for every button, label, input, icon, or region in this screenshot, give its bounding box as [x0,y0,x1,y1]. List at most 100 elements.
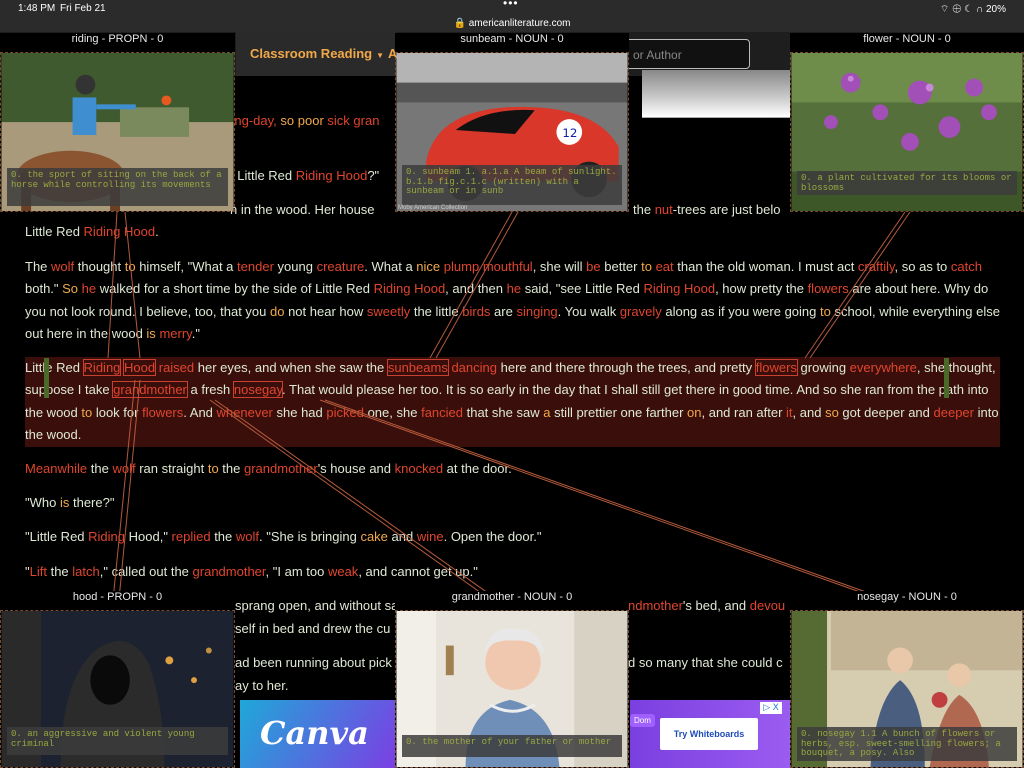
highlighted-word[interactable]: Riding [374,281,411,296]
highlighted-word[interactable]: So [62,281,78,296]
highlighted-word[interactable]: grandmother [193,564,266,579]
highlighted-word[interactable]: flowers [142,405,183,420]
highlighted-word[interactable]: tender [237,259,274,274]
word[interactable]: Riding Hood [84,224,156,239]
highlighted-word[interactable]: is [146,326,155,341]
highlighted-word[interactable]: be [586,259,600,274]
highlighted-word[interactable]: wolf [112,461,135,476]
highlighted-word[interactable]: dancing [451,360,497,375]
highlighted-word[interactable]: to [208,461,219,476]
story-text-run: there?" [69,495,115,510]
highlighted-word[interactable]: creature [317,259,365,274]
highlighted-word[interactable]: sweetly [367,304,410,319]
story-text-run: the [218,461,244,476]
classroom-reading-menu[interactable]: Classroom Reading ▼ [236,32,396,76]
story-text-run: young [273,259,317,274]
paragraph-8: "Little Red Riding Hood," replied the wo… [25,526,1000,548]
highlighted-word[interactable]: to [641,259,652,274]
card-hood[interactable]: 0. an aggressive and violent young crimi… [0,610,235,768]
highlighted-word[interactable]: so [825,405,839,420]
highlighted-word[interactable]: eat [656,259,674,274]
highlighted-word[interactable]: gravely [620,304,662,319]
try-whiteboards-button[interactable]: Try Whiteboards [660,718,758,750]
whiteboard-ad[interactable]: Dom ▷ X Try Whiteboards [630,700,790,768]
highlighted-word[interactable]: nosegay [232,381,284,399]
search-input[interactable]: or Author [620,39,750,69]
highlighted-word[interactable]: on [687,405,701,420]
flower-gloss: 0. a plant cultivated for its blooms or … [797,171,1017,195]
highlighted-word[interactable]: to [820,304,831,319]
highlighted-word[interactable]: everywhere [850,360,917,375]
highlighted-word[interactable]: raised [159,360,194,375]
story-text-run: Little Red [25,360,84,375]
card-grandmother[interactable]: 0. the mother of your father or mother [395,610,629,768]
highlighted-word[interactable]: Riding [82,359,122,376]
highlighted-word[interactable]: wine [417,529,444,544]
story-text-run: thought [74,259,125,274]
highlighted-word[interactable]: fancied [421,405,463,420]
story-text-run: that she saw [463,404,544,420]
word[interactable]: Riding Hood [296,168,368,183]
story-text-run: the little [410,303,463,319]
highlighted-word[interactable]: flowers [754,359,798,376]
highlighted-word[interactable]: to [125,259,136,274]
highlighted-word[interactable]: plump [444,259,479,274]
highlighted-word[interactable]: latch [72,564,99,579]
ios-status-bar: 1:48 PM Fri Feb 21 ••• ⌔ ⊕ ☾ ∩ 20% [0,0,1024,18]
story-text-run: than the old woman. I must act [673,259,858,274]
highlighted-word[interactable]: cake [360,529,387,544]
highlighted-word[interactable]: catch [951,259,982,274]
canva-ad[interactable]: Canva [240,700,395,768]
card-flower[interactable]: 0. a plant cultivated for its blooms or … [790,52,1024,212]
highlighted-word[interactable]: to [81,405,92,420]
highlighted-word[interactable]: birds [462,304,490,319]
story-text-run: here and there through the trees, and pr… [497,360,756,375]
multitask-dots-icon[interactable]: ••• [503,0,519,10]
highlighted-word[interactable]: mouthful [483,259,533,274]
ad-close-icon[interactable]: ▷ X [760,702,782,714]
word[interactable]: sick gran [327,113,379,128]
highlighted-word[interactable]: singing [516,304,557,319]
highlighted-word[interactable]: is [60,495,69,510]
highlighted-word[interactable]: Riding [88,529,125,544]
word[interactable]: so poor [280,113,323,128]
highlighted-word[interactable]: replied [172,529,211,544]
word[interactable]: devou [750,598,785,613]
paragraph-5: Little Red Riding Hood raised her eyes, … [25,357,1000,447]
word[interactable]: nut [655,202,673,217]
highlighted-word[interactable]: weak [328,564,358,579]
highlighted-word[interactable]: Hood [684,281,715,296]
highlighted-word[interactable]: deeper [934,405,974,420]
highlighted-word[interactable]: picked [326,405,364,420]
highlighted-word[interactable]: wolf [51,259,74,274]
highlighted-word[interactable]: nice [416,259,440,274]
highlighted-word[interactable]: merry [159,326,191,341]
word[interactable]: ndmother [628,598,683,613]
story-text-run: said, "see Little Red [521,281,644,297]
highlighted-word[interactable]: flowers [808,281,849,296]
highlighted-word[interactable]: sunbeams [386,359,449,376]
highlighted-word[interactable]: do [270,304,284,319]
highlighted-word[interactable]: Hood [414,281,445,296]
card-sunbeam[interactable]: 12 0. sunbeam 1. a.1.a A beam of sunligh… [395,52,629,212]
highlighted-word[interactable]: Riding [644,281,681,296]
story-text-run: better [600,259,642,274]
highlighted-word[interactable]: wolf [236,529,259,544]
highlighted-word[interactable]: Hood [123,359,157,376]
highlighted-word[interactable]: he [82,281,96,296]
highlighted-word[interactable]: grandmother [244,461,318,476]
highlighted-word[interactable]: whenever [217,405,273,420]
card-nosegay[interactable]: 0. nosegay 1.1 A bunch of flowers or her… [790,610,1024,768]
address-bar[interactable]: 🔒 americanliterature.com [0,18,1024,32]
highlighted-word[interactable]: Meanwhile [25,461,87,476]
highlighted-word[interactable]: craftily [858,259,895,274]
story-text-run: a fresh [186,382,234,398]
canva-logo-text: Canva [260,714,369,752]
highlighted-word[interactable]: grandmother [112,381,188,399]
classroom-reading-label: Classroom Reading [250,46,373,61]
highlighted-word[interactable]: knocked [395,461,443,476]
highlighted-word[interactable]: Lift [30,564,47,579]
highlighted-word[interactable]: he [507,281,521,296]
card-riding[interactable]: 0. the sport of siting on the back of a … [0,52,235,212]
story-fragment-10: sprang open, and without sa [235,595,398,617]
